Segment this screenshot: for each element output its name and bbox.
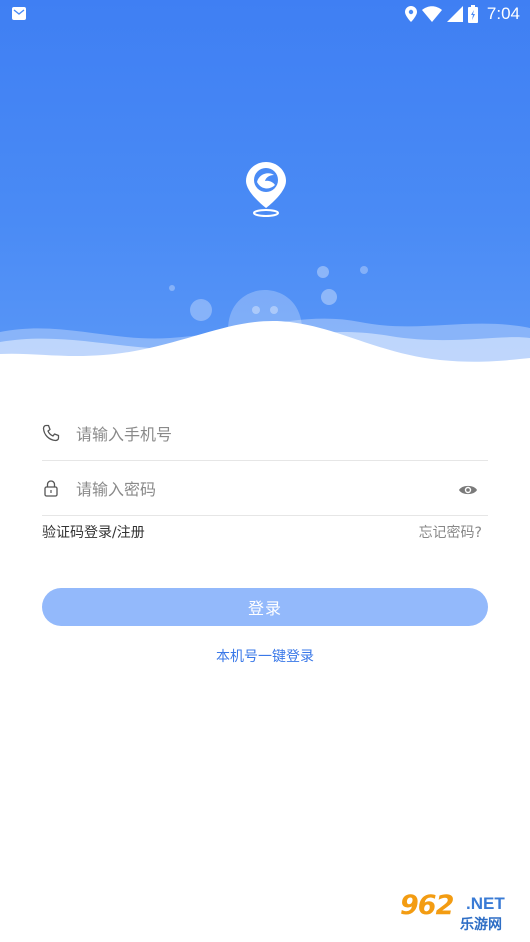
map-pin-logo-icon [246, 162, 286, 217]
password-input[interactable] [76, 475, 436, 503]
status-icons: 7:04 [404, 3, 520, 25]
location-icon [404, 6, 417, 22]
sms-login-register-link[interactable]: 验证码登录/注册 [42, 522, 145, 542]
phone-field-row [42, 410, 488, 461]
login-screen: 7:04 请输入手机号 验证码登录/注册 忘记密码? 登录 本机号一键登录 96… [0, 0, 530, 942]
signal-icon [446, 6, 463, 22]
watermark-domain: .NET [466, 894, 505, 913]
phone-icon [42, 424, 60, 442]
one-key-login-link[interactable]: 本机号一键登录 [0, 646, 530, 666]
message-icon [12, 7, 26, 20]
watermark-cn-text: 乐游网 [460, 917, 502, 933]
header-banner: 7:04 [0, 0, 530, 370]
wifi-icon [421, 6, 442, 22]
status-bar: 7:04 [0, 0, 530, 28]
battery-icon [467, 5, 478, 23]
site-watermark: 962 .NET 乐游网 [396, 890, 524, 934]
wave-decoration [0, 266, 530, 370]
password-field-row [42, 465, 488, 516]
forgot-password-link[interactable]: 忘记密码? [419, 522, 482, 542]
phone-input[interactable] [76, 420, 436, 448]
status-time: 7:04 [486, 4, 520, 23]
eye-icon[interactable] [458, 483, 478, 497]
lock-icon [44, 480, 58, 497]
watermark-number: 962 [400, 890, 454, 921]
login-options-row: 验证码登录/注册 忘记密码? [42, 522, 488, 544]
login-button[interactable]: 登录 [42, 588, 488, 626]
